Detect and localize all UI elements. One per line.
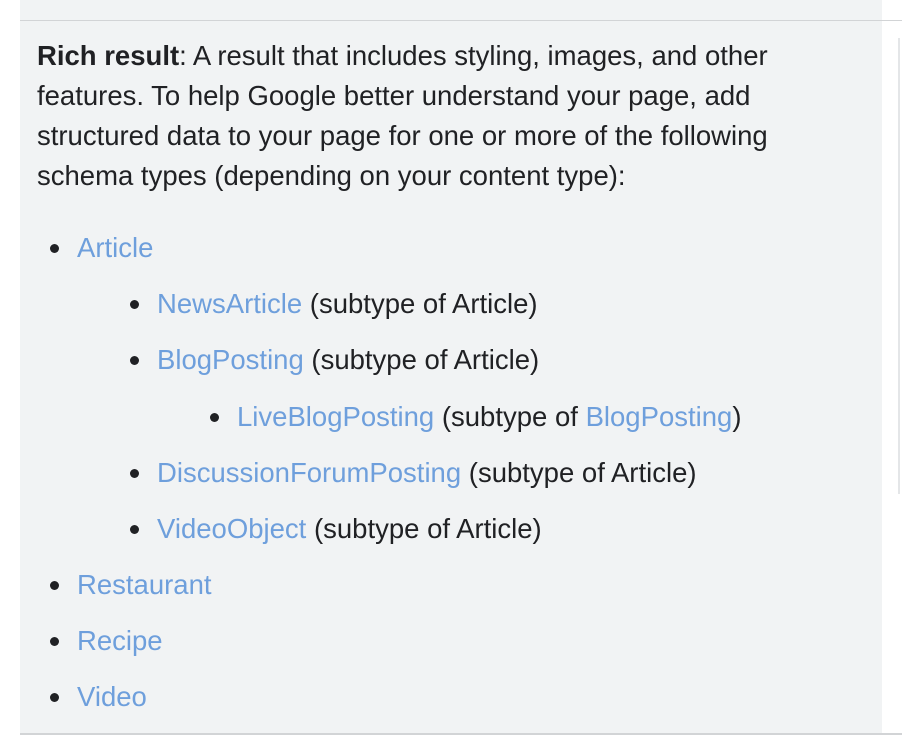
subtype-note-prefix: (subtype of (434, 401, 586, 432)
bullet-icon (130, 356, 139, 365)
bullet-icon (50, 244, 59, 253)
blog-posting-link[interactable]: BlogPosting (157, 344, 304, 375)
video-object-link[interactable]: VideoObject (157, 513, 306, 544)
video-link[interactable]: Video (77, 681, 147, 712)
restaurant-link[interactable]: Restaurant (77, 569, 212, 600)
bullet-icon (130, 525, 139, 534)
bullet-icon (50, 637, 59, 646)
page: Rich result: A result that includes styl… (0, 0, 902, 736)
bullet-icon (50, 581, 59, 590)
list-item-news-article: NewsArticle (subtype of Article) (130, 284, 538, 324)
bottom-divider (20, 733, 902, 735)
subtype-note: (subtype of Article) (306, 513, 542, 544)
list-item-video-object: VideoObject (subtype of Article) (130, 509, 542, 549)
list-item-recipe: Recipe (50, 621, 163, 661)
live-blog-posting-link[interactable]: LiveBlogPosting (237, 401, 434, 432)
subtype-note: (subtype of Article) (303, 344, 540, 375)
list-item-article: Article (50, 228, 153, 268)
bullet-icon (50, 693, 59, 702)
bullet-icon (210, 413, 219, 422)
subtype-note: (subtype of Article) (302, 288, 538, 319)
subtype-note-suffix: ) (732, 401, 742, 432)
recipe-link[interactable]: Recipe (77, 625, 163, 656)
discussion-forum-posting-link[interactable]: DiscussionForumPosting (157, 457, 461, 488)
scrollbar-track[interactable] (898, 38, 900, 494)
list-item-live-blog-posting: LiveBlogPosting (subtype of BlogPosting) (210, 397, 742, 437)
list-item-blog-posting: BlogPosting (subtype of Article) (130, 340, 540, 380)
list-item-restaurant: Restaurant (50, 565, 212, 605)
article-link[interactable]: Article (77, 232, 153, 263)
list-item-video: Video (50, 677, 147, 717)
rich-result-term: Rich result (37, 40, 180, 71)
top-divider (20, 20, 902, 21)
news-article-link[interactable]: NewsArticle (157, 288, 302, 319)
subtype-note: (subtype of Article) (461, 457, 697, 488)
bullet-icon (130, 300, 139, 309)
blog-posting-parent-link[interactable]: BlogPosting (586, 401, 733, 432)
rich-result-description: Rich result: A result that includes styl… (37, 36, 827, 196)
list-item-discussion-forum-posting: DiscussionForumPosting (subtype of Artic… (130, 453, 697, 493)
bullet-icon (130, 469, 139, 478)
